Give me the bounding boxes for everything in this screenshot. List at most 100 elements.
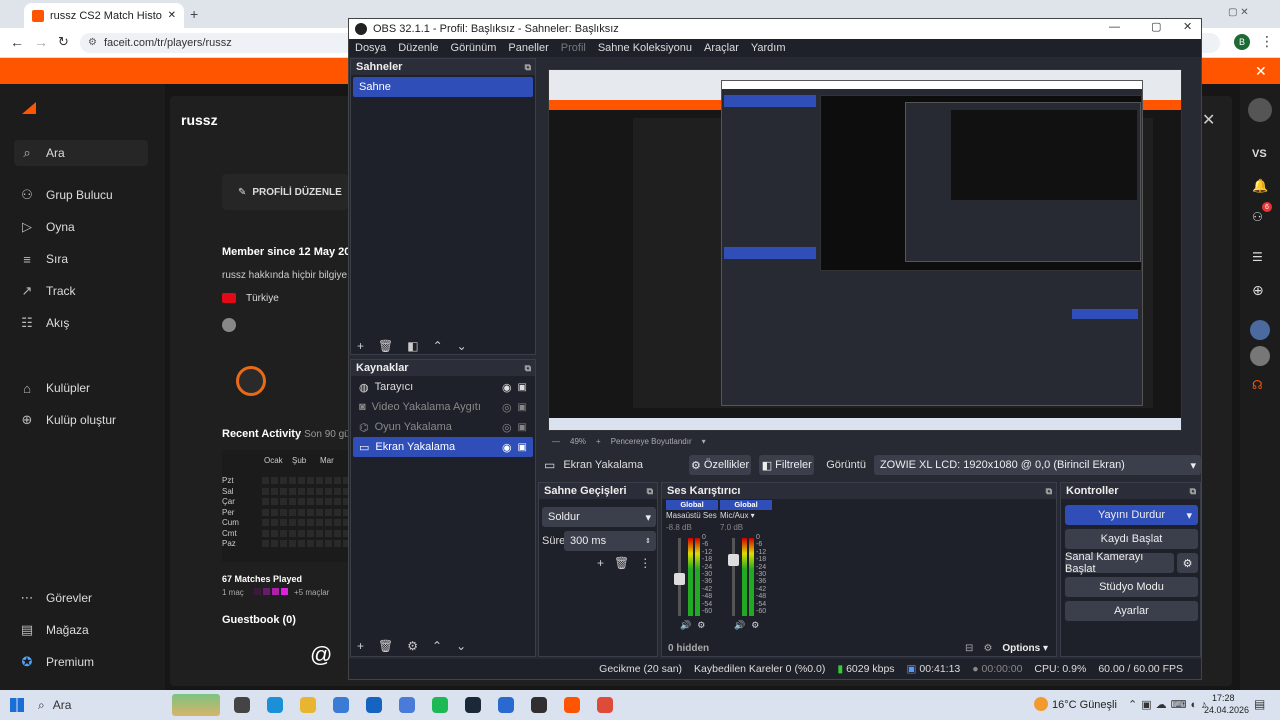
hidden-count[interactable]: 0 hidden — [668, 643, 955, 654]
more-icon[interactable]: ⋮ — [639, 556, 651, 570]
channel-name[interactable]: Mic/Aux ▾ — [720, 510, 772, 522]
lock-icon[interactable]: ▣ — [518, 422, 527, 433]
add-source-icon[interactable]: + — [357, 639, 364, 653]
lock-icon[interactable]: ▣ — [518, 402, 527, 413]
source-settings-icon[interactable]: ⚙ — [407, 639, 418, 653]
eye-icon[interactable]: ◉ — [502, 381, 512, 394]
properties-button[interactable]: ⚙ Özellikler — [688, 455, 752, 475]
remove-transition-icon[interactable]: 🗑 — [614, 556, 629, 570]
eye-hidden-icon[interactable]: ◎ — [502, 421, 512, 434]
speaker-icon[interactable]: 🔊 — [734, 620, 745, 631]
source-item[interactable]: ⌬ Oyun Yakalama ◎ ▣ — [353, 417, 533, 437]
volume-slider-handle[interactable] — [728, 553, 739, 566]
back-icon[interactable]: ← — [10, 34, 24, 50]
remove-scene-icon[interactable]: 🗑 — [378, 339, 393, 353]
sidebar-item[interactable]: ↗ Track — [20, 283, 76, 298]
site-info-icon[interactable]: ⚙ — [88, 33, 97, 53]
reload-icon[interactable]: ↻ — [58, 34, 69, 50]
studio-mode-button[interactable]: Stüdyo Modu — [1065, 577, 1198, 597]
channel-name[interactable]: Masaüstü Ses ▾ — [666, 510, 718, 522]
close-tab-icon[interactable]: ✕ — [168, 10, 176, 21]
dock-float-icon[interactable]: ⧉ — [1190, 486, 1196, 497]
user-avatar[interactable] — [1248, 98, 1272, 122]
friend-avatar-2[interactable] — [1250, 346, 1270, 366]
sidebar-item[interactable]: ⚇ Grup Bulucu — [20, 187, 113, 202]
menu-item[interactable]: Paneller — [508, 42, 548, 54]
sidebar-item[interactable]: ▤ Mağaza — [20, 622, 89, 637]
mixer-options-button[interactable]: Options ▾ — [1002, 643, 1056, 654]
chrome-icon[interactable] — [593, 693, 617, 717]
minimize-icon[interactable]: — — [1109, 21, 1120, 33]
menu-item[interactable]: Düzenle — [398, 42, 438, 54]
copilot-icon[interactable] — [395, 693, 419, 717]
filters-button[interactable]: ◧ Filtreler — [759, 455, 815, 475]
display-select[interactable]: ZOWIE XL LCD: 1920x1080 @ 0,0 (Birincil … — [873, 455, 1201, 475]
friend-avatar-1[interactable] — [1250, 320, 1270, 340]
queue-icon[interactable]: ☰ — [1252, 250, 1263, 264]
speaker-icon[interactable]: 🔊 — [680, 620, 691, 631]
clock-time[interactable]: 17:28 — [1212, 693, 1235, 703]
zoom-dropdown-icon[interactable]: ▾ — [702, 437, 706, 446]
sidebar-item[interactable]: ⊕ Kulüp oluştur — [20, 412, 117, 427]
obs-icon[interactable] — [527, 693, 551, 717]
friends-icon[interactable]: ⚇ — [1252, 210, 1263, 224]
faceit-app-icon[interactable] — [560, 693, 584, 717]
browser-tab[interactable]: russz CS2 Match History - FACE ✕ — [24, 3, 184, 28]
store-icon[interactable] — [329, 693, 353, 717]
spotify-icon[interactable] — [428, 693, 452, 717]
menu-item[interactable]: Sahne Koleksiyonu — [598, 42, 692, 54]
sidebar-item[interactable]: ☷ Akış — [20, 315, 69, 330]
at-icon[interactable]: @ — [310, 642, 332, 668]
faceit-logo-icon[interactable] — [22, 102, 36, 114]
weather-text[interactable]: 16°C Güneşli — [1052, 699, 1117, 711]
banner-close-icon[interactable]: ✕ — [1255, 63, 1267, 80]
settings-button[interactable]: Ayarlar — [1065, 601, 1198, 621]
transition-select[interactable]: Soldur ▾ — [542, 507, 656, 527]
sidebar-item[interactable]: ≡ Sıra — [20, 252, 68, 267]
outlook-icon[interactable] — [362, 693, 386, 717]
scene-filters-icon[interactable]: ◧ — [407, 339, 418, 353]
menu-item[interactable]: Araçlar — [704, 42, 739, 54]
window-controls[interactable]: ▢ ✕ — [1228, 7, 1249, 18]
bell-icon[interactable]: 🔔 — [1252, 178, 1268, 194]
menu-icon[interactable]: ⋮ — [1260, 33, 1274, 50]
eye-hidden-icon[interactable]: ◎ — [502, 401, 512, 414]
start-record-button[interactable]: Kaydı Başlat — [1065, 529, 1198, 549]
dock-float-icon[interactable]: ⧉ — [647, 486, 653, 497]
steam-icon[interactable] — [461, 693, 485, 717]
close-window-icon[interactable]: ✕ — [1183, 20, 1192, 33]
source-item[interactable]: ◍ Tarayıcı ◉ ▣ — [353, 377, 533, 397]
move-down-icon[interactable]: ⌄ — [457, 339, 467, 353]
zoom-out-icon[interactable]: — — [552, 437, 560, 446]
menu-item[interactable]: Görünüm — [451, 42, 497, 54]
profile-avatar[interactable]: B — [1234, 34, 1250, 50]
tray-icons[interactable]: ⌃▣☁⌨◐♪ — [1128, 698, 1211, 711]
windows-start-icon[interactable] — [10, 698, 24, 712]
forward-icon[interactable]: → — [34, 34, 48, 50]
vs-label[interactable]: VS — [1252, 148, 1267, 160]
notification-icon[interactable]: ▤ — [1254, 697, 1265, 711]
volume-slider[interactable] — [732, 538, 735, 616]
source-item[interactable]: ◙ Video Yakalama Aygıtı ◎ ▣ — [353, 397, 533, 417]
sidebar-item[interactable]: ⌂ Kulüpler — [20, 381, 90, 396]
virtual-camera-button[interactable]: Sanal Kamerayı Başlat — [1065, 551, 1174, 575]
file-explorer-icon[interactable] — [296, 693, 320, 717]
steam-icon[interactable] — [222, 318, 236, 332]
sidebar-item[interactable]: ▷ Oyna — [20, 219, 75, 234]
dock-float-icon[interactable]: ⧉ — [1046, 486, 1052, 497]
eye-icon[interactable]: ◉ — [502, 441, 512, 454]
menu-item[interactable]: Profil — [561, 42, 586, 54]
panel-close-icon[interactable]: ✕ — [1202, 110, 1215, 130]
lock-icon[interactable]: ▣ — [518, 442, 527, 453]
source-item[interactable]: ▭ Ekran Yakalama ◉ ▣ — [353, 437, 533, 457]
remove-source-icon[interactable]: 🗑 — [378, 639, 393, 653]
fit-window[interactable]: Pencereye Boyutlandır — [611, 437, 692, 446]
mixer-settings-icon[interactable]: ⚙ — [983, 643, 992, 654]
obs-preview[interactable] — [548, 69, 1182, 431]
menu-item[interactable]: Dosya — [355, 42, 386, 54]
dock-float-icon[interactable]: ⧉ — [525, 363, 531, 374]
duration-field[interactable]: 300 ms ⇕ — [564, 531, 656, 551]
layout-icon[interactable]: ⊟ — [965, 643, 973, 654]
scene-item[interactable]: Sahne — [353, 77, 533, 97]
headset-icon[interactable]: ☊ — [1252, 378, 1263, 392]
